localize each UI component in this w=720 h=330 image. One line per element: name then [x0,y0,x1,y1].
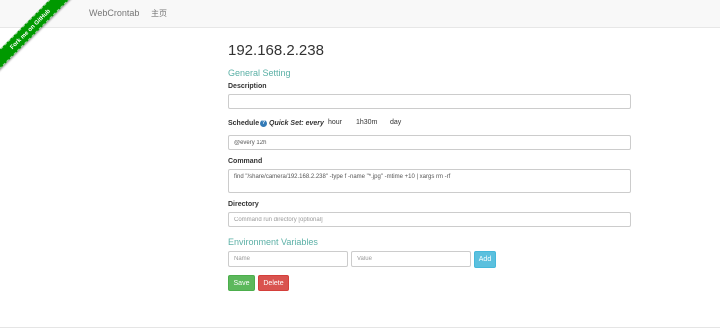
directory-label: Directory [228,201,259,208]
description-input[interactable] [228,94,631,109]
github-ribbon-container: Fork me on GitHub [0,0,80,80]
add-env-button[interactable]: Add [474,251,496,268]
environment-variables-title: Environment Variables [228,237,318,247]
save-button[interactable]: Save [228,275,255,291]
schedule-label: Schedule [228,120,260,127]
delete-button[interactable]: Delete [258,275,289,291]
directory-input[interactable] [228,212,631,227]
brand-link[interactable]: WebCrontab [89,8,139,18]
bottom-divider [0,327,720,328]
env-name-input[interactable] [228,251,348,267]
quickset-1h30m-button[interactable]: 1h30m [356,119,377,126]
question-circle-icon[interactable]: ? [260,120,267,127]
description-label: Description [228,83,267,90]
nav-home-link[interactable]: 主页 [151,8,167,19]
env-value-input[interactable] [351,251,471,267]
command-textarea[interactable]: find "/share/camera/192.168.2.238" -type… [228,169,631,193]
page-title: 192.168.2.238 [228,42,324,59]
general-setting-title: General Setting [228,68,291,78]
quickset-day-button[interactable]: day [390,119,401,126]
command-label: Command [228,158,263,165]
fork-on-github-ribbon[interactable]: Fork me on GitHub [0,0,78,77]
top-navbar: WebCrontab 主页 [0,0,720,28]
schedule-input[interactable] [228,135,631,150]
quickset-label: Quick Set: every [269,120,324,127]
quickset-hour-button[interactable]: hour [328,119,342,126]
